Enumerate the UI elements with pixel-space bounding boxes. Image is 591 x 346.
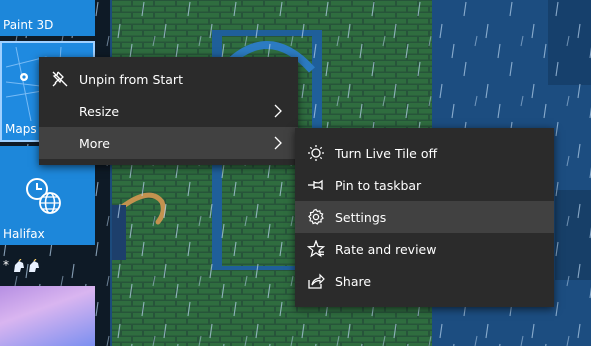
tile-label-paint-3d: Paint 3D <box>3 18 54 32</box>
menu-item-pin-to-taskbar[interactable]: Pin to taskbar <box>295 169 554 201</box>
tile-context-menu: Unpin from Start Resize More <box>39 57 298 165</box>
menu-item-share[interactable]: Share <box>295 265 554 297</box>
strip-star: * <box>3 258 9 272</box>
menu-item-label: Settings <box>335 209 387 225</box>
menu-item-label: Share <box>335 273 372 289</box>
menu-item-label: Unpin from Start <box>79 71 183 87</box>
menu-item-label: Pin to taskbar <box>335 177 422 193</box>
more-submenu: Turn Live Tile off Pin to taskbar Settin… <box>295 128 554 307</box>
gear-icon <box>306 207 326 227</box>
menu-item-settings[interactable]: Settings <box>295 201 554 233</box>
menu-item-label: Resize <box>79 103 120 119</box>
menu-item-label: Turn Live Tile off <box>335 145 438 161</box>
tile-label-halifax: Halifax <box>3 227 45 241</box>
rate-review-icon <box>306 239 326 259</box>
menu-item-resize[interactable]: Resize <box>39 95 298 127</box>
pin-icon <box>306 175 326 195</box>
pinned-strip: * <box>0 256 95 276</box>
chevron-right-icon <box>274 136 282 150</box>
tile-photo[interactable] <box>0 286 95 346</box>
menu-item-more[interactable]: More <box>39 127 298 159</box>
unicorn-icon <box>29 259 39 272</box>
tile-label-maps: Maps <box>5 122 37 136</box>
menu-item-label: More <box>79 135 110 151</box>
share-icon <box>306 271 326 291</box>
chevron-right-icon <box>274 104 282 118</box>
live-tile-icon <box>306 143 326 163</box>
menu-item-rate-and-review[interactable]: Rate and review <box>295 233 554 265</box>
menu-item-label: Rate and review <box>335 241 437 257</box>
menu-item-unpin-from-start[interactable]: Unpin from Start <box>39 63 298 95</box>
unpin-icon <box>50 69 70 89</box>
world-clock-icon <box>26 178 61 214</box>
menu-item-turn-live-tile-off[interactable]: Turn Live Tile off <box>295 137 554 169</box>
unicorn-icon <box>14 259 24 272</box>
tile-paint-3d[interactable]: Paint 3D <box>0 0 95 36</box>
